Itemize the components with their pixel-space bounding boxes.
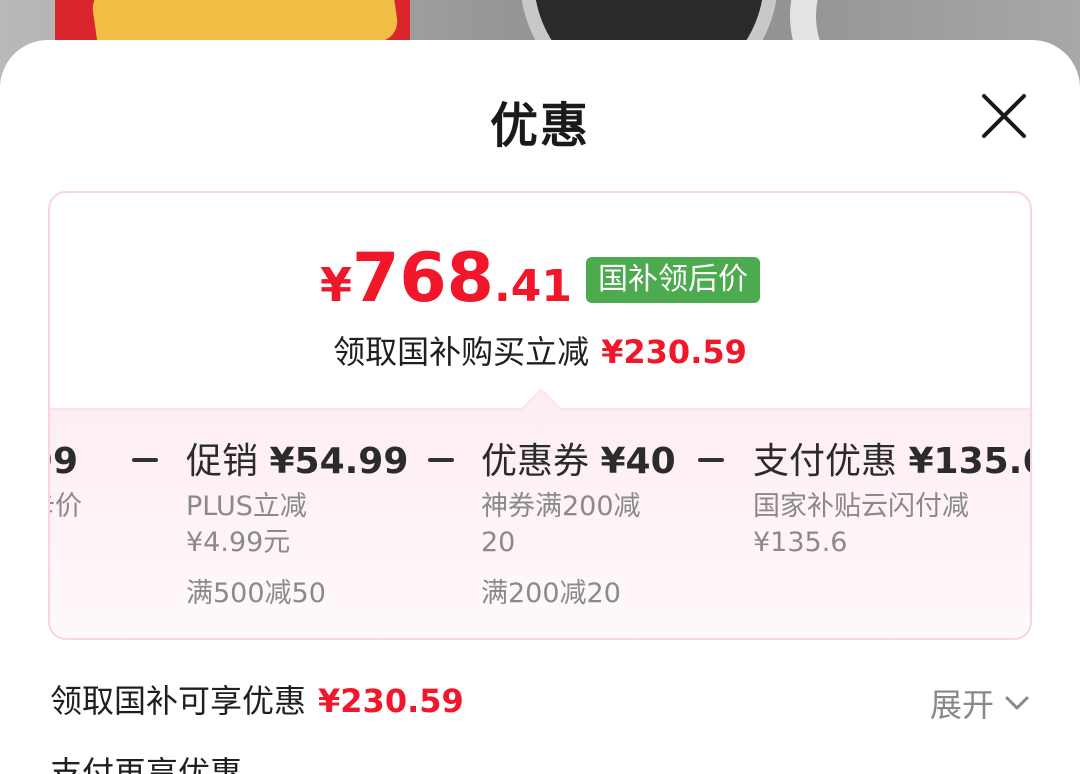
saving-summary: 领取国补购买立减 ¥230.59 [50, 327, 1030, 373]
payment-discount-label: 支付再享优惠 [50, 754, 243, 774]
payment-discount-row[interactable]: 支付再享优惠 [50, 748, 242, 774]
breakdown-item-base-price: 99 卡价 [50, 441, 82, 523]
sheet-title: 优惠 [489, 98, 590, 154]
minus-icon [132, 458, 158, 462]
saving-label: 领取国补购买立减 [333, 333, 590, 371]
close-icon [982, 94, 1026, 138]
final-price-row: ¥768.41 国补领后价 [50, 245, 1030, 313]
subsidy-amount: ¥230.59 [318, 682, 464, 720]
subsidy-price-badge: 国补领后价 [585, 257, 760, 303]
breakdown-item-promotion: 促销 ¥54.99 PLUS立减 ¥4.99元 满500减50 [186, 441, 409, 609]
discount-sheet: 优惠 ¥768.41 国补领后价 领取国补购买立减 ¥230.59 99 卡价 促… [0, 40, 1080, 774]
subsidy-discount-row: 领取国补可享优惠 ¥230.59 [50, 676, 464, 722]
price-card: ¥768.41 国补领后价 领取国补购买立减 ¥230.59 99 卡价 促销 ¥… [48, 191, 1032, 640]
final-price: ¥768.41 [320, 239, 572, 318]
breakdown-item-coupon: 优惠券 ¥40 神券满200减 20 满200减20 [481, 441, 676, 609]
saving-amount: ¥230.59 [601, 333, 747, 371]
breakdown-item-payment: 支付优惠 ¥135.6 国家补贴云闪付减 ¥135.6 [753, 441, 1030, 559]
minus-icon [698, 458, 724, 462]
expand-button[interactable]: 展开 [930, 680, 1030, 726]
pointer-arrow [521, 388, 561, 428]
expand-label: 展开 [929, 686, 994, 724]
close-button[interactable] [980, 92, 1028, 140]
discount-breakdown[interactable]: 99 卡价 促销 ¥54.99 PLUS立减 ¥4.99元 满500减50 优惠… [50, 388, 1030, 638]
subsidy-label: 领取国补可享优惠 [50, 682, 307, 720]
minus-icon [428, 458, 454, 462]
chevron-down-icon [1005, 696, 1029, 710]
